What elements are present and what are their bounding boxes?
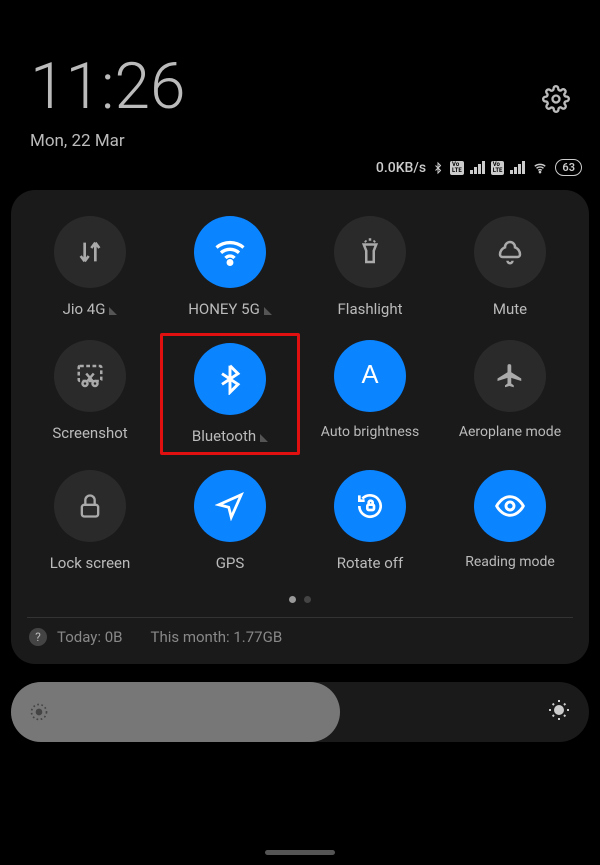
wifi-status-icon: [531, 161, 549, 175]
tile-label: Auto brightness: [321, 424, 419, 440]
clock-time: 11:26: [30, 55, 185, 119]
tile-label: HONEY 5G: [188, 300, 272, 318]
signal-bars-2: [510, 161, 525, 174]
lock-icon: [76, 492, 104, 520]
airplane-icon: [495, 361, 525, 391]
auto-brightness-icon: A: [353, 359, 387, 393]
tile-label: Rotate off: [337, 554, 403, 572]
brightness-slider[interactable]: [11, 682, 589, 742]
network-speed: 0.0KB/s: [376, 160, 426, 176]
brightness-low-icon: [29, 702, 49, 722]
data-usage-row[interactable]: ? Today: 0B This month: 1.77GB: [23, 628, 577, 646]
bell-icon: [495, 237, 525, 267]
tile-mute[interactable]: Mute: [443, 212, 577, 322]
tile-reading-mode[interactable]: Reading mode: [443, 466, 577, 576]
battery-indicator: 63: [555, 159, 582, 176]
tile-label: Reading mode: [465, 554, 555, 570]
help-icon: ?: [29, 628, 47, 646]
home-indicator[interactable]: [265, 850, 335, 855]
navigation-icon: [215, 491, 245, 521]
tile-label: Lock screen: [50, 554, 131, 572]
tile-label: Jio 4G: [63, 300, 118, 318]
clock-date: Mon, 22 Mar: [30, 131, 185, 151]
tile-flashlight[interactable]: Flashlight: [303, 212, 437, 322]
tile-label: Flashlight: [338, 300, 403, 318]
tile-lock-screen[interactable]: Lock screen: [23, 466, 157, 576]
tile-gps[interactable]: GPS: [163, 466, 297, 576]
gear-icon: [542, 85, 570, 113]
tile-mobile-data[interactable]: Jio 4G: [23, 212, 157, 322]
tile-aeroplane-mode[interactable]: Aeroplane mode: [443, 336, 577, 452]
scissors-icon: [75, 361, 105, 391]
tile-label: Mute: [493, 300, 527, 318]
volte-badge-2: VoLTE: [491, 161, 505, 175]
brightness-fill: [11, 682, 340, 742]
status-bar: 0.0KB/s VoLTE VoLTE 63: [0, 159, 600, 186]
tile-label: GPS: [216, 554, 245, 572]
divider: [27, 617, 573, 618]
settings-button[interactable]: [542, 85, 570, 117]
usage-today: Today: 0B: [57, 628, 123, 646]
signal-bars-1: [470, 161, 485, 174]
tile-rotate[interactable]: Rotate off: [303, 466, 437, 576]
volte-badge-1: VoLTE: [450, 161, 464, 175]
quick-settings-panel: Jio 4G HONEY 5G Flashlight: [11, 190, 589, 664]
page-indicator: [23, 596, 577, 603]
tile-label: Screenshot: [52, 424, 127, 442]
tile-label: Aeroplane mode: [459, 424, 561, 440]
wifi-icon: [212, 234, 248, 270]
flashlight-icon: [355, 237, 385, 267]
usage-month: This month: 1.77GB: [151, 628, 283, 646]
data-arrows-icon: [74, 236, 106, 268]
eye-icon: [494, 490, 526, 522]
bluetooth-status-icon: [432, 160, 444, 176]
tile-wifi[interactable]: HONEY 5G: [163, 212, 297, 322]
bluetooth-icon: [214, 363, 246, 395]
tile-bluetooth[interactable]: Bluetooth: [160, 333, 300, 455]
svg-text:A: A: [361, 361, 378, 389]
brightness-high-icon: [547, 698, 571, 726]
tile-label: Bluetooth: [192, 427, 268, 445]
rotate-lock-icon: [354, 490, 386, 522]
tile-screenshot[interactable]: Screenshot: [23, 336, 157, 452]
tile-auto-brightness[interactable]: A Auto brightness: [303, 336, 437, 452]
